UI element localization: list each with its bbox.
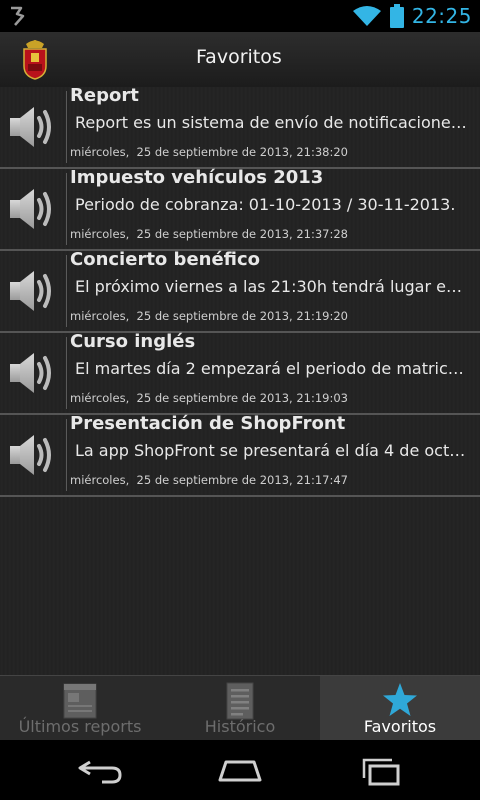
app-notification-icon [11,6,25,26]
row-divider [66,173,67,245]
battery-icon [389,4,404,28]
row-divider [66,255,67,327]
item-date: miércoles, 25 de septiembre de 2013, 21:… [70,309,348,323]
item-title: Curso inglés [70,331,196,352]
item-date: miércoles, 25 de septiembre de 2013, 21:… [70,473,348,487]
action-bar: Favoritos [0,32,480,88]
row-divider [66,419,67,491]
list-item[interactable]: Presentación de ShopFront La app ShopFro… [0,413,480,497]
item-title: Impuesto vehículos 2013 [70,167,324,188]
page-title: Favoritos [196,46,282,68]
tab-favoritos[interactable]: Favoritos [320,676,480,741]
item-description: El martes día 2 empezará el periodo de m… [75,359,470,378]
tab-ultimos-reports[interactable]: Últimos reports [0,676,160,741]
favorites-list: Report Report es un sistema de envío de … [0,85,480,675]
recent-apps-icon[interactable] [356,754,404,786]
speaker-icon [10,189,51,229]
item-description: Report es un sistema de envío de notific… [75,113,470,132]
document-list-icon [226,682,254,720]
speaker-icon [10,435,51,475]
item-date: miércoles, 25 de septiembre de 2013, 21:… [70,227,348,241]
status-bar: 22:25 [0,0,480,32]
newspaper-icon [63,683,97,719]
tab-historico[interactable]: Histórico [160,676,320,741]
navigation-bar [0,740,480,800]
tab-label: Histórico [204,717,276,736]
tab-label: Favoritos [363,717,437,736]
list-item[interactable]: Concierto benéfico El próximo viernes a … [0,249,480,333]
tab-bar: Últimos reports Histórico Favoritos [0,675,480,741]
speaker-icon [10,353,51,393]
item-description: Periodo de cobranza: 01-10-2013 / 30-11-… [75,195,456,214]
list-item[interactable]: Curso inglés El martes día 2 empezará el… [0,331,480,415]
speaker-icon [10,271,51,311]
list-item[interactable]: Report Report es un sistema de envío de … [0,85,480,169]
item-description: El próximo viernes a las 21:30h tendrá l… [75,277,470,296]
item-description: La app ShopFront se presentará el día 4 … [75,441,470,460]
star-icon [383,683,417,716]
item-title: Presentación de ShopFront [70,413,346,434]
back-icon[interactable] [76,754,124,786]
coat-of-arms-icon[interactable] [20,38,50,80]
status-time: 22:25 [411,4,472,28]
row-divider [66,337,67,409]
item-title: Concierto benéfico [70,249,261,270]
item-date: miércoles, 25 de septiembre de 2013, 21:… [70,391,348,405]
speaker-icon [10,107,51,147]
row-divider [66,91,67,163]
home-icon[interactable] [216,754,264,786]
item-date: miércoles, 25 de septiembre de 2013, 21:… [70,145,348,159]
item-title: Report [70,85,139,106]
list-item[interactable]: Impuesto vehículos 2013 Periodo de cobra… [0,167,480,251]
wifi-icon [352,6,381,26]
tab-label: Últimos reports [18,717,142,736]
